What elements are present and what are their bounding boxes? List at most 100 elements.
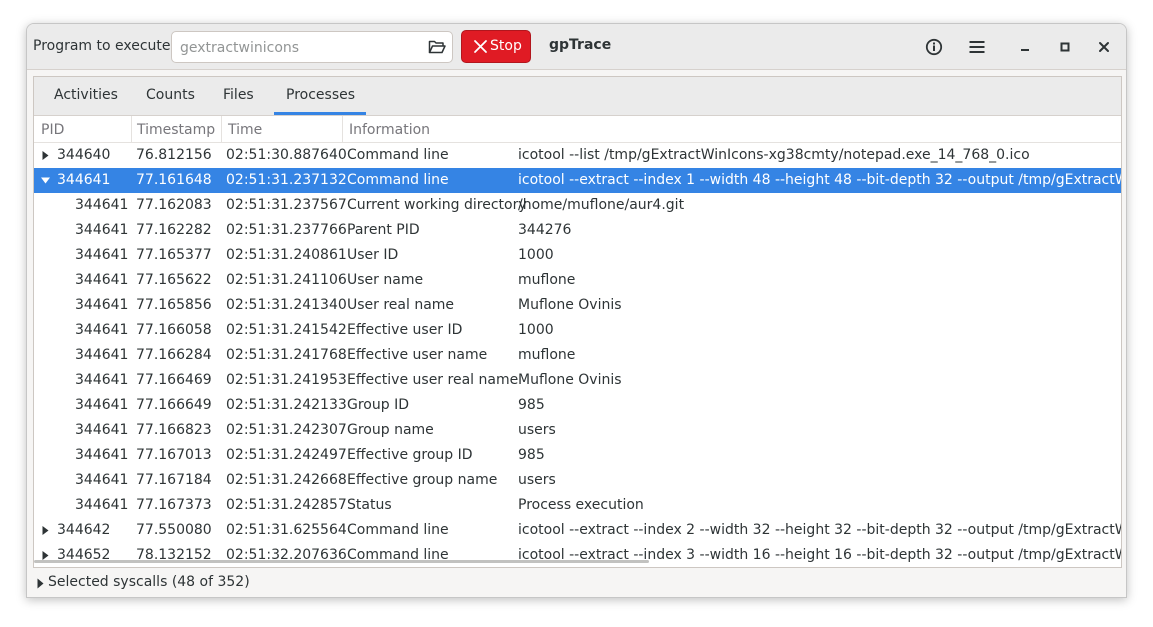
expander-collapsed-icon[interactable]	[41, 151, 50, 160]
cell-pid: 344641	[75, 197, 129, 213]
cell-time: 02:51:31.237766	[226, 222, 347, 238]
column-separator[interactable]	[131, 116, 132, 143]
cell-time: 02:51:31.242497	[226, 447, 347, 463]
table-row[interactable]: 344640 76.812156 02:51:30.887640 Command li…	[34, 143, 1121, 168]
cell-pid: 344642	[57, 522, 111, 538]
table-row[interactable]: 344641 77.165856 02:51:31.241340 User real …	[34, 293, 1121, 318]
table-row[interactable]: 344642 77.550080 02:51:31.625564 Command li…	[34, 518, 1121, 543]
cell-detail: icotool --extract --index 1 --width 48 -…	[518, 172, 1121, 188]
expander-collapsed-icon[interactable]	[41, 526, 50, 535]
cell-pid: 344641	[75, 347, 129, 363]
cell-time: 02:51:31.241768	[226, 347, 347, 363]
cell-timestamp: 77.165377	[136, 247, 212, 263]
cell-time: 02:51:31.241953	[226, 372, 347, 388]
cell-time: 02:51:31.241542	[226, 322, 347, 338]
cell-detail: icotool --extract --index 2 --width 32 -…	[518, 522, 1121, 538]
folder-open-icon[interactable]	[428, 39, 446, 55]
table-row[interactable]: 344641 77.167373 02:51:31.242857 Status Proc…	[34, 493, 1121, 518]
table-row[interactable]: 344641 77.165377 02:51:31.240861 User ID 100…	[34, 243, 1121, 268]
cell-timestamp: 77.165622	[136, 272, 212, 288]
tab-processes[interactable]: Processes	[286, 87, 355, 103]
info-icon[interactable]	[924, 37, 944, 57]
table-row[interactable]: 344641 77.167184 02:51:31.242668 Effective …	[34, 468, 1121, 493]
cell-timestamp: 77.166284	[136, 347, 212, 363]
close-icon[interactable]	[1094, 37, 1114, 57]
cell-timestamp: 77.550080	[136, 522, 212, 538]
cell-information: Command line	[347, 522, 449, 538]
cell-information: Effective group ID	[347, 447, 473, 463]
cell-detail: Muflone Ovinis	[518, 297, 622, 313]
tab-bar: Activities Counts Files Processes	[34, 77, 1121, 116]
cell-information: Group name	[347, 422, 434, 438]
maximize-icon[interactable]	[1055, 37, 1075, 57]
main-content: Activities Counts Files Processes PID Ti…	[33, 76, 1122, 568]
cell-pid: 344641	[75, 472, 129, 488]
cell-detail: 1000	[518, 247, 554, 263]
cell-timestamp: 77.166823	[136, 422, 212, 438]
cell-pid: 344641	[75, 222, 129, 238]
cell-time: 02:51:31.241340	[226, 297, 347, 313]
stop-button[interactable]: Stop	[461, 30, 531, 63]
cell-time: 02:51:31.242857	[226, 497, 347, 513]
cell-time: 02:51:31.241106	[226, 272, 347, 288]
column-separator[interactable]	[221, 116, 222, 143]
process-table: 344640 76.812156 02:51:30.887640 Command li…	[34, 143, 1121, 567]
program-input[interactable]	[180, 38, 420, 58]
cell-timestamp: 77.166058	[136, 322, 212, 338]
cell-time: 02:51:31.242307	[226, 422, 347, 438]
column-information[interactable]: Information	[349, 122, 430, 138]
column-header: PID Timestamp Time Information	[34, 116, 1121, 143]
cell-information: Group ID	[347, 397, 409, 413]
app-title: gpTrace	[549, 37, 612, 53]
tab-counts[interactable]: Counts	[146, 87, 195, 103]
cell-information: User name	[347, 272, 424, 288]
cell-pid: 344641	[75, 322, 129, 338]
active-tab-indicator	[274, 112, 366, 115]
table-row[interactable]: 344641 77.165622 02:51:31.241106 User name m…	[34, 268, 1121, 293]
cell-time: 02:51:30.887640	[226, 147, 347, 163]
minimize-icon[interactable]	[1015, 37, 1035, 57]
expander-collapsed-icon[interactable]	[41, 551, 50, 560]
cell-information: Current working directory	[347, 197, 527, 213]
cell-information: Status	[347, 497, 392, 513]
table-row[interactable]: 344641 77.161648 02:51:31.237132 Command li…	[34, 168, 1121, 193]
cell-pid: 344641	[75, 447, 129, 463]
cell-information: Effective user name	[347, 347, 488, 363]
cell-information: Command line	[347, 147, 449, 163]
app-window: Program to execute: Stop gpTrace	[26, 23, 1127, 598]
cell-pid: 344641	[75, 397, 129, 413]
table-row[interactable]: 344641 77.166284 02:51:31.241768 Effective …	[34, 343, 1121, 368]
cell-timestamp: 77.166649	[136, 397, 212, 413]
cell-time: 02:51:31.237567	[226, 197, 347, 213]
table-row[interactable]: 344641 77.166469 02:51:31.241953 Effective …	[34, 368, 1121, 393]
cell-detail: icotool --list /tmp/gExtractWinIcons-xg3…	[518, 147, 1030, 163]
cell-detail: users	[518, 472, 556, 488]
cell-timestamp: 77.162282	[136, 222, 212, 238]
tab-activities[interactable]: Activities	[54, 87, 118, 103]
table-row[interactable]: 344641 77.162282 02:51:31.237766 Parent PID…	[34, 218, 1121, 243]
close-x-icon	[474, 40, 487, 53]
cell-pid: 344641	[75, 497, 129, 513]
expander-expanded-icon[interactable]	[41, 176, 50, 185]
horizontal-scrollbar[interactable]	[34, 560, 649, 563]
table-row[interactable]: 344641 77.166058 02:51:31.241542 Effective …	[34, 318, 1121, 343]
column-time[interactable]: Time	[228, 122, 262, 138]
cell-information: Command line	[347, 172, 449, 188]
cell-timestamp: 76.812156	[136, 147, 212, 163]
program-input-box[interactable]	[171, 31, 453, 63]
hamburger-menu-icon[interactable]	[967, 37, 987, 57]
table-row[interactable]: 344641 77.166649 02:51:31.242133 Group ID 98…	[34, 393, 1121, 418]
column-timestamp[interactable]: Timestamp	[137, 122, 215, 138]
column-pid[interactable]: PID	[41, 122, 64, 138]
cell-detail: 985	[518, 447, 545, 463]
column-separator[interactable]	[342, 116, 343, 143]
table-row[interactable]: 344641 77.162083 02:51:31.237567 Current wo…	[34, 193, 1121, 218]
cell-pid: 344641	[75, 247, 129, 263]
tab-files[interactable]: Files	[223, 87, 254, 103]
table-row[interactable]: 344641 77.167013 02:51:31.242497 Effective …	[34, 443, 1121, 468]
cell-timestamp: 77.167184	[136, 472, 212, 488]
cell-pid: 344640	[57, 147, 111, 163]
program-label: Program to execute:	[33, 38, 176, 54]
table-row[interactable]: 344641 77.166823 02:51:31.242307 Group name…	[34, 418, 1121, 443]
table-row[interactable]: 344652 78.132152 02:51:32.207636 Command li…	[34, 543, 1121, 567]
